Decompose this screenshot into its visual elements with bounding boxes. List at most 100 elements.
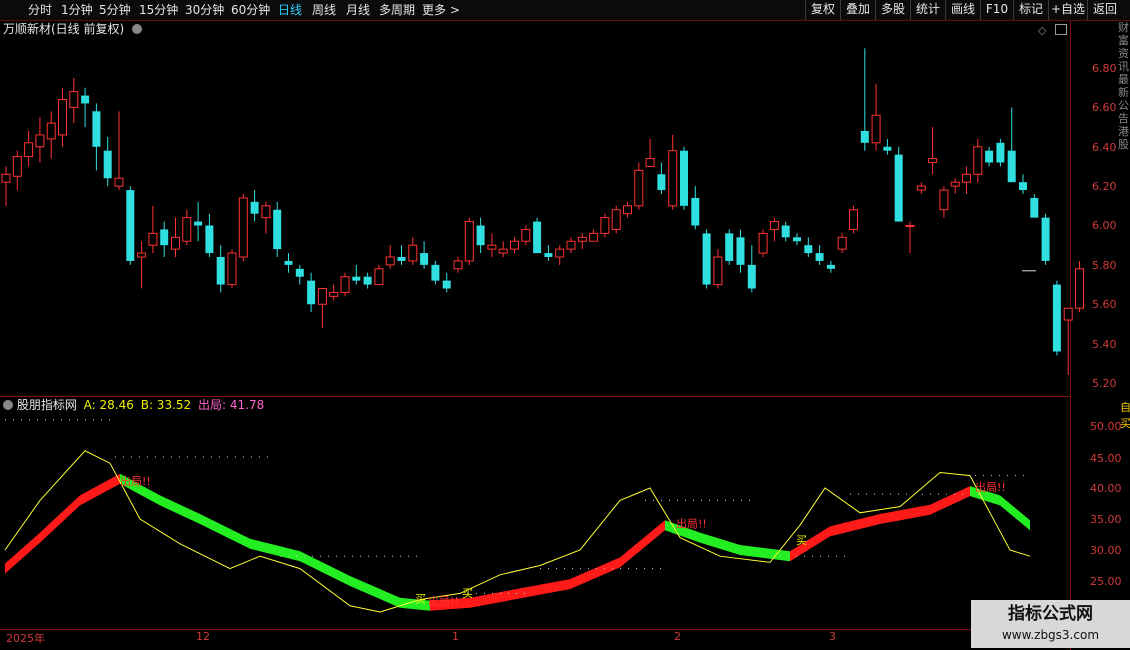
- candle-body: [577, 236, 587, 242]
- indicator-band-segment: [470, 588, 520, 608]
- candle-body: [566, 240, 576, 250]
- candle-body: [464, 221, 474, 262]
- candle-body: [725, 233, 734, 261]
- candle-body: [295, 268, 304, 277]
- candle-body: [160, 229, 169, 246]
- candle-body: [171, 236, 180, 250]
- indicator-band-segment: [40, 495, 80, 543]
- candle-body: [600, 217, 610, 234]
- candle-body: [589, 232, 599, 242]
- candle-body: [408, 244, 418, 262]
- signal-label: 买: [415, 593, 426, 606]
- candle-body: [1, 173, 11, 183]
- candle-body: [962, 173, 971, 183]
- candle-body: [284, 260, 293, 265]
- candle-body: [668, 150, 678, 207]
- candle-body: [1019, 182, 1027, 191]
- candle-body: [939, 189, 949, 211]
- signal-label: 出局!!: [428, 594, 459, 608]
- candle-body: [769, 221, 779, 230]
- indicator-band-segment: [880, 504, 930, 524]
- signal-label: 出局!!: [975, 480, 1006, 494]
- candle-body: [680, 150, 688, 206]
- indicator-band-segment: [570, 557, 620, 590]
- candle-body: [815, 253, 824, 261]
- candle-body: [397, 257, 406, 261]
- candle-body: [12, 156, 22, 177]
- candle-body: [58, 99, 67, 136]
- candle-body: [340, 276, 350, 293]
- candle-body: [92, 111, 101, 147]
- indicator-band-segment: [830, 514, 880, 537]
- candle-body: [114, 177, 124, 187]
- indicator-band-segment: [350, 576, 400, 608]
- candle-body: [533, 221, 542, 254]
- signal-label: 买: [796, 534, 807, 547]
- candle-body: [928, 158, 938, 163]
- candle-body: [826, 264, 835, 269]
- candle-body: [1052, 284, 1061, 352]
- indicator-band-segment: [700, 532, 740, 555]
- candle-body: [205, 225, 214, 254]
- candle-body: [374, 268, 384, 286]
- candle-body: [883, 146, 892, 151]
- candle-body: [973, 146, 983, 175]
- candle-body: [837, 236, 847, 250]
- candle-body: [657, 174, 666, 191]
- candle-body: [781, 225, 790, 238]
- candle-body: [510, 240, 519, 250]
- candle-body: [194, 221, 203, 226]
- candle-body: [985, 150, 994, 163]
- candle-body: [35, 134, 45, 148]
- indicator-band-segment: [520, 579, 570, 599]
- candle-body: [555, 248, 565, 258]
- indicator-band-segment: [160, 495, 200, 524]
- candle-body: [103, 150, 112, 179]
- candle-body: [702, 233, 711, 285]
- indicator-band-segment: [200, 514, 250, 549]
- indicator-band-segment: [80, 473, 120, 506]
- candle-body: [1075, 268, 1084, 309]
- indicator-band-segment: [250, 538, 300, 562]
- candle-body: [860, 131, 869, 143]
- candle-body: [611, 209, 621, 230]
- signal-label: 出局!!: [120, 474, 151, 488]
- candle-body: [137, 252, 147, 258]
- candle-body: [634, 169, 644, 207]
- candle-body: [758, 232, 768, 254]
- candle-body: [363, 276, 372, 285]
- candle-body: [307, 280, 316, 305]
- candle-body: [385, 256, 395, 266]
- candle-body: [182, 217, 192, 242]
- candle-body: [317, 288, 327, 305]
- signal-label: 出局!!: [676, 517, 707, 531]
- candle-body: [24, 142, 34, 158]
- chart-canvas[interactable]: 出局!!出局!!出局!!买 出局!!买买: [0, 0, 1130, 650]
- candle-body: [623, 205, 632, 215]
- signal-label: 买: [462, 587, 473, 600]
- candle-body: [498, 248, 508, 254]
- candle-body: [81, 95, 90, 104]
- indicator-band-segment: [620, 520, 665, 568]
- candle-body: [894, 154, 903, 222]
- candle-body: [273, 209, 282, 250]
- candle-body: [950, 181, 960, 187]
- candle-body: [804, 245, 813, 254]
- candle-body: [476, 225, 485, 246]
- indicator-band-segment: [1000, 495, 1030, 531]
- candle-body: [329, 291, 339, 297]
- candle-body: [1007, 150, 1016, 183]
- candle-body: [747, 264, 756, 289]
- candle-body: [261, 205, 271, 219]
- candle-body: [148, 232, 158, 246]
- candle-body: [352, 276, 361, 281]
- candle-body: [544, 253, 553, 257]
- candle-body: [793, 237, 801, 242]
- candle-body: [1030, 197, 1039, 218]
- candle-body: [126, 190, 135, 261]
- candle-body: [216, 257, 225, 285]
- candle-body: [849, 209, 858, 230]
- candle-body: [46, 122, 56, 140]
- candle-body: [227, 252, 237, 286]
- candle-body: [238, 197, 248, 258]
